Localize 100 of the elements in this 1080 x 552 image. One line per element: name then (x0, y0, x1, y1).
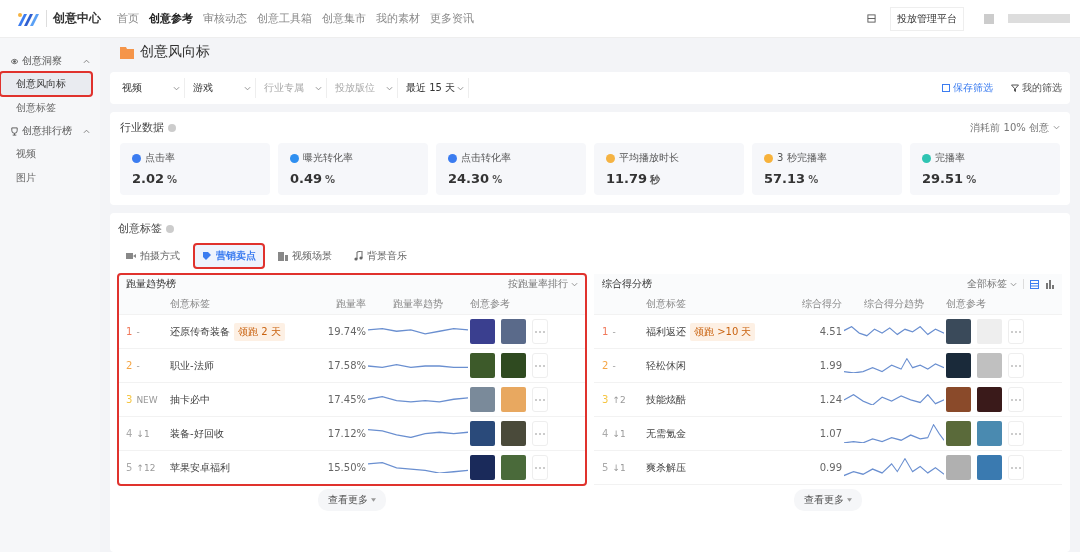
more-button[interactable] (532, 353, 548, 378)
tag-label: 还原传奇装备 (170, 324, 230, 339)
photo-placeholder[interactable] (946, 455, 971, 480)
rank-change: ↓1 (136, 428, 150, 439)
board-title: 综合得分榜 (602, 277, 652, 291)
rank-number: 5 (602, 462, 609, 473)
metric-label: 平均播放时长 (619, 151, 679, 165)
caret-icon (386, 85, 393, 91)
nav-tab[interactable]: 创意集市 (322, 11, 366, 26)
photo-placeholder[interactable] (977, 353, 1002, 378)
sort-dropdown[interactable]: 按跑量率排行 (508, 277, 578, 291)
rank-change: ↓1 (612, 462, 626, 473)
rank-number: 1 (126, 326, 133, 337)
view-more-button[interactable]: 查看更多 (318, 489, 386, 511)
sidebar-item[interactable]: 图片 (0, 166, 92, 190)
rank-change: - (136, 326, 140, 337)
photo-placeholder[interactable] (501, 319, 526, 344)
nav-tab[interactable]: 我的素材 (376, 11, 420, 26)
caret-icon (571, 281, 578, 287)
photo-placeholder[interactable] (977, 387, 1002, 412)
more-button[interactable] (532, 455, 548, 480)
metric-unit: 秒 (650, 173, 661, 187)
more-button[interactable] (1008, 421, 1024, 446)
category-tab[interactable]: 视频场景 (270, 244, 340, 268)
sidebar-item[interactable]: 创意风向标 (0, 72, 92, 96)
sidebar-group[interactable]: 创意排行榜 (0, 120, 100, 142)
nav-tab[interactable]: 创意工具箱 (257, 11, 312, 26)
column-header: 跑量率 (336, 298, 366, 309)
photo-placeholder[interactable] (470, 455, 495, 480)
more-button[interactable] (532, 421, 548, 446)
nav-tab[interactable]: 更多资讯 (430, 11, 474, 26)
table-cell: 1.24 (819, 394, 842, 405)
rank-number: 2 (602, 360, 609, 371)
photo-placeholder[interactable] (946, 319, 971, 344)
dropdown[interactable]: 视频 (118, 78, 185, 98)
metric-unit: % (325, 174, 336, 185)
photo-placeholder[interactable] (470, 353, 495, 378)
tag-label: 苹果安卓福利 (170, 460, 230, 475)
more-button[interactable] (1008, 387, 1024, 412)
metric-value: 0.49 (290, 171, 323, 186)
metric-value: 57.13 (764, 171, 806, 186)
avatar-placeholder[interactable] (984, 13, 994, 24)
photo-placeholder[interactable] (977, 455, 1002, 480)
section-title: 创意标签 (118, 221, 162, 236)
funnel-icon (1011, 84, 1019, 92)
photo-placeholder[interactable] (946, 353, 971, 378)
metric-label: 曝光转化率 (303, 151, 353, 165)
sidebar-item[interactable]: 创意标签 (0, 96, 92, 120)
sort-dropdown[interactable]: 全部标签 (967, 277, 1017, 291)
photo-placeholder[interactable] (501, 353, 526, 378)
category-tab[interactable]: 背景音乐 (346, 244, 415, 268)
more-icon (1011, 398, 1021, 401)
photo-placeholder[interactable] (501, 455, 526, 480)
leading-badge: 领跑 >10 天 (690, 322, 756, 341)
platform-button[interactable]: 投放管理平台 (890, 6, 964, 31)
rank-change: ↑2 (612, 394, 626, 405)
nav-tab[interactable]: 创意参考 (149, 11, 193, 26)
save-filter-link[interactable]: 保存筛选 (942, 81, 993, 95)
table-cell: 0.99 (819, 462, 842, 473)
rank-number: 5 (126, 462, 133, 473)
rank-change: NEW (136, 394, 158, 405)
column-header: 创意参考 (946, 297, 986, 311)
metric-unit: % (966, 174, 977, 185)
more-button[interactable] (532, 387, 548, 412)
page-title: 创意风向标 (140, 43, 210, 61)
photo-placeholder[interactable] (946, 421, 971, 446)
nav-tab[interactable]: 首页 (117, 11, 139, 26)
save-icon (942, 84, 950, 92)
bar-chart-icon[interactable] (1045, 279, 1054, 289)
more-button[interactable] (1008, 353, 1024, 378)
category-tab[interactable]: 营销卖点 (194, 244, 264, 268)
help-icon (166, 224, 174, 233)
more-icon (535, 330, 545, 333)
caret-icon (1053, 125, 1060, 130)
dropdown[interactable]: 最近 15 天 (402, 78, 469, 98)
photo-placeholder[interactable] (470, 421, 495, 446)
nav-tab[interactable]: 审核动态 (203, 11, 247, 26)
more-button[interactable] (532, 319, 548, 344)
category-tab[interactable]: 拍摄方式 (118, 244, 188, 268)
column-header: 综合得分趋势 (864, 297, 924, 311)
dropdown[interactable]: 游戏 (189, 78, 256, 98)
photo-placeholder[interactable] (470, 387, 495, 412)
more-button[interactable] (1008, 319, 1024, 344)
scope-dropdown[interactable]: 消耗前 10% 创意 (970, 120, 1060, 135)
photo-placeholder[interactable] (977, 421, 1002, 446)
column-header: 跑量率趋势 (393, 297, 443, 311)
tag-label: 福利返还 (646, 324, 686, 339)
photo-placeholder[interactable] (470, 319, 495, 344)
rank-number: 1 (602, 326, 609, 337)
sidebar-group[interactable]: 创意洞察 (0, 50, 100, 72)
photo-placeholder[interactable] (501, 421, 526, 446)
sidebar-item[interactable]: 视频 (0, 142, 92, 166)
more-icon (1011, 364, 1021, 367)
view-more-button[interactable]: 查看更多 (794, 489, 862, 511)
my-filter-link[interactable]: 我的筛选 (1011, 81, 1062, 95)
photo-placeholder[interactable] (946, 387, 971, 412)
more-button[interactable] (1008, 455, 1024, 480)
photo-placeholder[interactable] (501, 387, 526, 412)
film-icon (278, 251, 288, 261)
table-view-icon[interactable] (1030, 279, 1039, 289)
